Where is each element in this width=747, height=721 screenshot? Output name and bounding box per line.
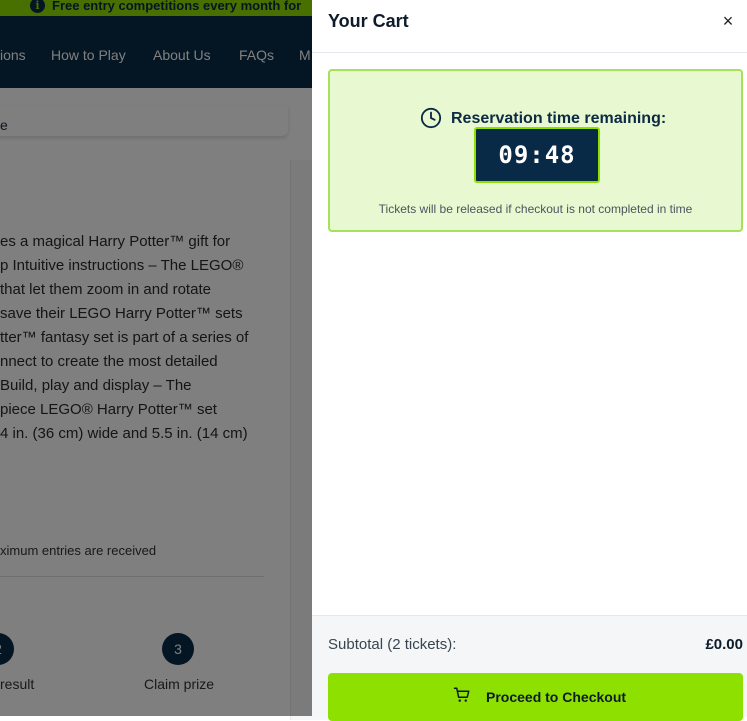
close-button[interactable]: × — [716, 10, 740, 34]
checkout-label: Proceed to Checkout — [486, 689, 627, 705]
cart-footer: Subtotal (2 tickets): £0.00 Proceed to C… — [312, 615, 747, 721]
proceed-to-checkout-button[interactable]: Proceed to Checkout — [328, 673, 743, 721]
subtotal-value: £0.00 — [705, 636, 743, 653]
reservation-label: Reservation time remaining: — [451, 110, 667, 127]
release-note: Tickets will be released if checkout is … — [378, 202, 693, 216]
modal-overlay[interactable] — [0, 0, 312, 716]
cart-header: Your Cart × — [312, 0, 747, 53]
countdown-timer: 09:48 — [474, 127, 600, 183]
reservation-timer-panel: Reservation time remaining: 09:48 Ticket… — [328, 69, 743, 232]
subtotal-label: Subtotal (2 tickets): — [328, 636, 457, 653]
clock-icon — [420, 107, 442, 129]
shopping-cart-icon — [453, 687, 470, 702]
cart-title: Your Cart — [328, 11, 409, 31]
cart-drawer: Your Cart × Reservation time remaining: … — [312, 0, 747, 721]
